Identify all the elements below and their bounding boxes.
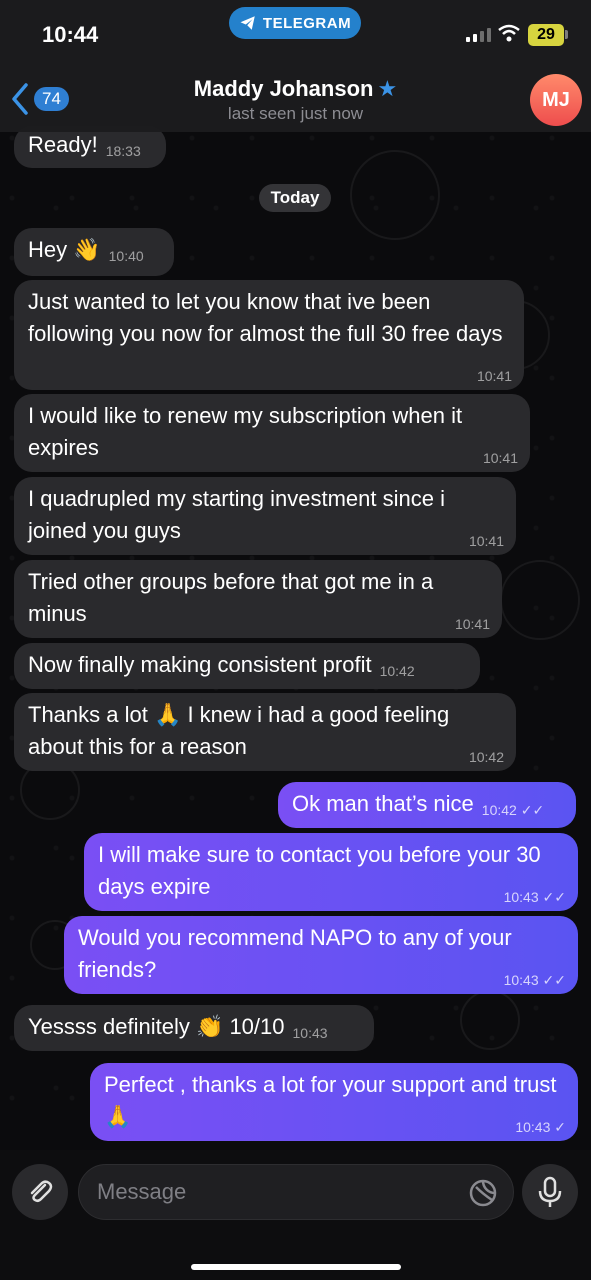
- contact-status: last seen just now: [227, 104, 364, 123]
- message-bubble[interactable]: Tried other groups before that got me in…: [14, 560, 502, 638]
- message-text: Hey 👋: [28, 237, 101, 262]
- sent-tick-icon: ✓: [554, 1119, 566, 1135]
- message-list[interactable]: Ready! 18:33 Today Hey 👋 10:40 Just wanted…: [0, 0, 591, 1280]
- date-separator: Today: [259, 184, 331, 212]
- chat-header: 10:44 TELEGRAM 29 74 Maddy Johanson ★ las…: [0, 0, 591, 132]
- attach-button[interactable]: [12, 1164, 68, 1220]
- contact-name-text: Maddy Johanson: [193, 76, 374, 101]
- home-indicator[interactable]: [191, 1264, 401, 1270]
- message-bubble-outgoing[interactable]: Ok man that’s nice 10:42 ✓✓: [278, 782, 576, 828]
- message-bubble[interactable]: I quadrupled my starting investment sinc…: [14, 477, 516, 555]
- premium-star-icon: ★: [377, 76, 398, 101]
- message-bubble[interactable]: Now finally making consistent profit 10:4…: [14, 643, 480, 689]
- wifi-icon: [498, 24, 520, 42]
- message-text: Ok man that’s nice: [292, 791, 474, 816]
- message-bubble-outgoing[interactable]: Perfect , thanks a lot for your support …: [90, 1063, 578, 1141]
- message-time: 10:43 ✓: [515, 1119, 566, 1135]
- message-bubble-outgoing[interactable]: I will make sure to contact you before y…: [84, 833, 578, 911]
- voice-record-button[interactable]: [522, 1164, 578, 1220]
- telegram-return-pill[interactable]: TELEGRAM: [229, 7, 361, 39]
- battery-tip: [565, 30, 568, 39]
- contact-name[interactable]: Maddy Johanson ★: [0, 76, 591, 102]
- message-time: 10:43 ✓✓: [503, 972, 566, 988]
- message-time: 10:41: [468, 533, 504, 549]
- message-time: 10:42: [379, 663, 415, 679]
- paperclip-icon: [30, 1180, 53, 1203]
- signal-icon: [466, 28, 491, 42]
- message-time: 10:40: [108, 248, 144, 264]
- message-composer: [0, 1150, 591, 1280]
- telegram-label: TELEGRAM: [262, 14, 352, 32]
- message-text: Perfect , thanks a lot for your support …: [104, 1072, 557, 1129]
- message-text: Would you recommend NAPO to any of your …: [78, 925, 512, 982]
- message-time: 10:41: [454, 616, 490, 632]
- read-ticks-icon: ✓✓: [542, 889, 566, 905]
- battery-indicator: 29: [528, 24, 564, 46]
- message-bubble[interactable]: Ready! 18:33: [14, 126, 166, 168]
- message-text: Tried other groups before that got me in…: [28, 569, 434, 626]
- message-text: Just wanted to let you know that ive bee…: [28, 289, 503, 346]
- message-bubble-outgoing[interactable]: Would you recommend NAPO to any of your …: [64, 916, 578, 994]
- message-time: 10:42 ✓✓: [481, 802, 545, 818]
- message-text: Now finally making consistent profit: [28, 652, 372, 677]
- sticker-icon[interactable]: [468, 1178, 498, 1208]
- message-time: 10:43: [292, 1025, 328, 1041]
- message-text: I will make sure to contact you before y…: [98, 842, 541, 899]
- read-ticks-icon: ✓✓: [520, 802, 545, 818]
- message-time: 10:42: [468, 749, 504, 765]
- message-bubble[interactable]: Thanks a lot 🙏 I knew i had a good feeli…: [14, 693, 516, 771]
- read-ticks-icon: ✓✓: [542, 972, 566, 988]
- message-bubble[interactable]: I would like to renew my subscription wh…: [14, 394, 530, 472]
- message-input[interactable]: [78, 1164, 514, 1220]
- message-time: 10:41: [476, 368, 512, 384]
- message-text: Ready!: [28, 132, 98, 157]
- message-time: 10:41: [482, 450, 518, 466]
- message-text: Yessss definitely 👏 10/10: [28, 1014, 285, 1039]
- message-text: I quadrupled my starting investment sinc…: [28, 486, 445, 543]
- status-time: 10:44: [42, 22, 99, 47]
- message-bubble[interactable]: Yessss definitely 👏 10/10 10:43: [14, 1005, 374, 1051]
- microphone-icon: [538, 1176, 562, 1207]
- message-bubble[interactable]: Just wanted to let you know that ive bee…: [14, 280, 524, 390]
- message-time: 18:33: [105, 143, 141, 159]
- telegram-plane-icon: [240, 16, 255, 30]
- contact-avatar[interactable]: MJ: [530, 74, 582, 126]
- message-text: Thanks a lot 🙏 I knew i had a good feeli…: [28, 702, 450, 759]
- message-bubble[interactable]: Hey 👋 10:40: [14, 228, 174, 276]
- message-text: I would like to renew my subscription wh…: [28, 403, 463, 460]
- message-time: 10:43 ✓✓: [503, 889, 566, 905]
